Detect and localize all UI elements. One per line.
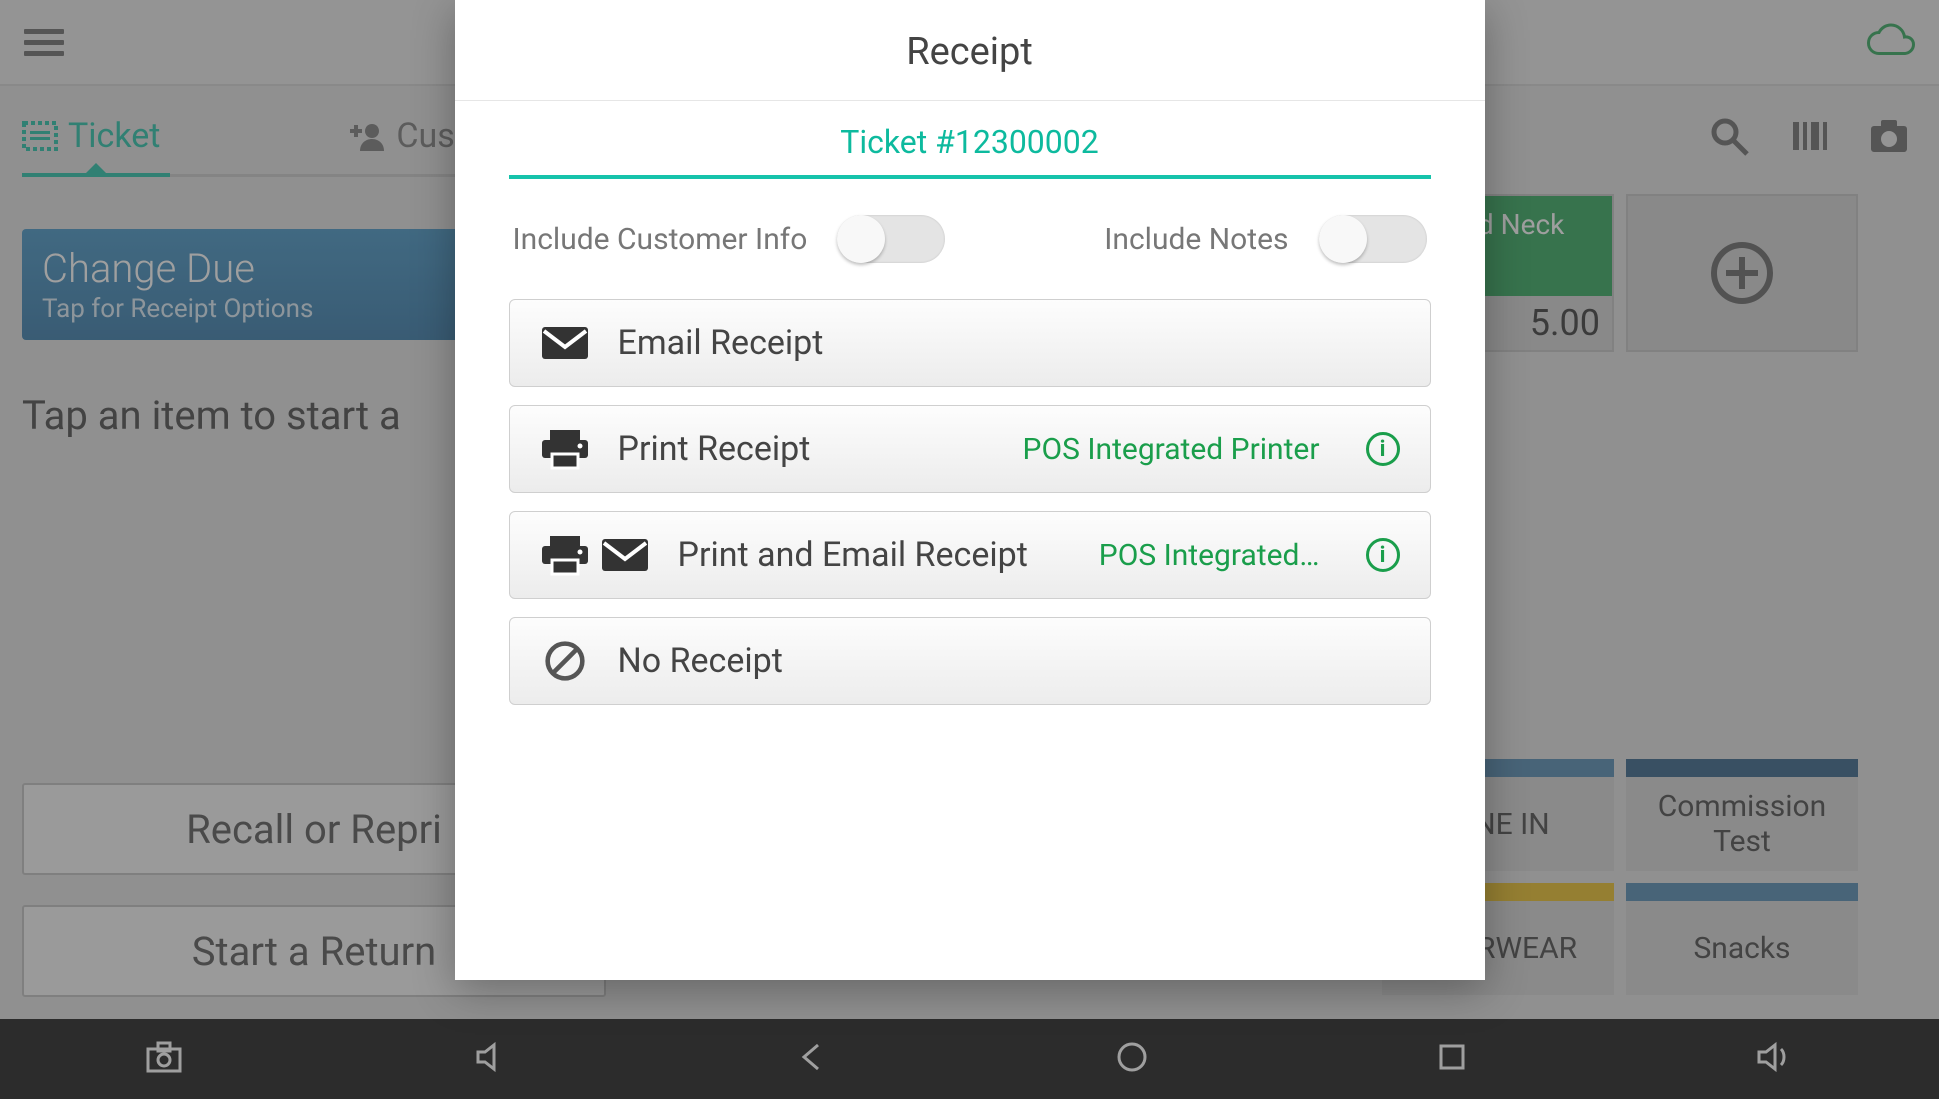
modal-body: Ticket #12300002 Include Customer Info I… <box>455 101 1485 763</box>
print-email-receipt-label: Print and Email Receipt <box>678 535 1028 575</box>
toggle-customer-info-label: Include Customer Info <box>513 222 808 257</box>
modal-title: Receipt <box>455 0 1485 101</box>
email-icon <box>540 322 590 364</box>
ticket-number-tab[interactable]: Ticket #12300002 <box>509 101 1431 179</box>
print-receipt-label: Print Receipt <box>618 429 811 469</box>
print-email-receipt-info-icon[interactable]: i <box>1366 538 1400 572</box>
print-email-receipt-button[interactable]: Print and Email Receipt POS Integrated… … <box>509 511 1431 599</box>
print-receipt-printer: POS Integrated Printer <box>1023 432 1320 467</box>
print-receipt-info-icon[interactable]: i <box>1366 432 1400 466</box>
modal-overlay[interactable]: Receipt Ticket #12300002 Include Custome… <box>0 0 1939 1099</box>
toggle-customer-info-switch[interactable] <box>837 215 945 263</box>
block-icon <box>540 640 590 682</box>
email-receipt-button[interactable]: Email Receipt <box>509 299 1431 387</box>
receipt-modal: Receipt Ticket #12300002 Include Custome… <box>455 0 1485 980</box>
print-receipt-button[interactable]: Print Receipt POS Integrated Printer i <box>509 405 1431 493</box>
toggle-include-notes: Include Notes <box>1104 215 1426 263</box>
toggle-include-notes-label: Include Notes <box>1104 222 1288 257</box>
printer-email-icons <box>540 534 650 576</box>
toggle-row: Include Customer Info Include Notes <box>509 215 1431 263</box>
toggle-include-notes-switch[interactable] <box>1319 215 1427 263</box>
email-receipt-label: Email Receipt <box>618 323 824 363</box>
no-receipt-button[interactable]: No Receipt <box>509 617 1431 705</box>
toggle-customer-info: Include Customer Info <box>513 215 946 263</box>
print-email-receipt-printer: POS Integrated… <box>1099 538 1320 573</box>
printer-icon <box>540 428 590 470</box>
no-receipt-label: No Receipt <box>618 641 783 681</box>
